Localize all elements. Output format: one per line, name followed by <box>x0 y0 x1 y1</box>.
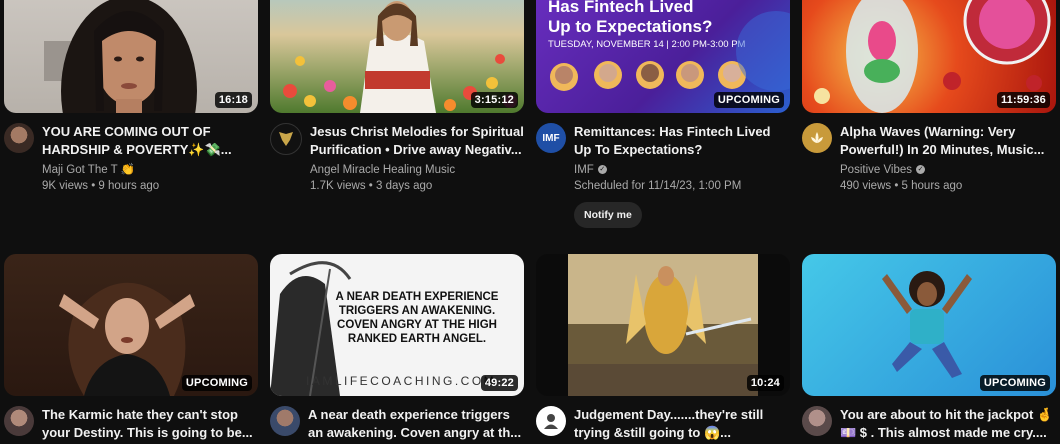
duration-badge: 16:18 <box>214 92 252 108</box>
lotus-icon <box>811 132 823 143</box>
video-title[interactable]: Alpha Waves (Warning: Very Powerful!) In… <box>840 123 1056 159</box>
video-title[interactable]: The Karmic hate they can't stop your Des… <box>42 406 258 442</box>
video-stats: 1.7K views • 3 days ago <box>310 180 433 192</box>
video-title[interactable]: YOU ARE COMING OUT OF HARDSHIP & POVERTY… <box>42 123 258 159</box>
upcoming-badge: UPCOMING <box>181 375 252 391</box>
upcoming-badge: UPCOMING <box>979 375 1050 391</box>
thumbnail-caption: A NEAR DEATH EXPERIENCE TRIGGERS AN AWAK… <box>335 291 499 345</box>
video-card[interactable]: 10:24 Judgement Day.......they're still … <box>536 254 790 442</box>
duration-badge: 3:15:12 <box>470 92 518 108</box>
duration-badge: 10:24 <box>746 375 784 391</box>
channel-avatar[interactable] <box>802 406 832 436</box>
video-card[interactable]: 16:18 YOU ARE COMING OUT OF HARDSHIP & P… <box>4 0 258 194</box>
verified-check-icon: ✓ <box>916 165 926 175</box>
video-stats: 9K views • 9 hours ago <box>42 180 160 192</box>
upcoming-badge: UPCOMING <box>713 92 784 108</box>
duration-badge: 11:59:36 <box>996 92 1050 108</box>
channel-name[interactable]: Positive Vibes ✓ <box>840 162 1056 178</box>
channel-name[interactable]: IMF ✓ <box>574 162 790 178</box>
channel-avatar[interactable] <box>536 406 566 436</box>
video-card[interactable]: A NEAR DEATH EXPERIENCE TRIGGERS AN AWAK… <box>270 254 524 442</box>
video-card[interactable]: UPCOMING The Karmic hate they can't stop… <box>4 254 258 442</box>
video-title[interactable]: Remittances: Has Fintech Lived Up To Exp… <box>574 123 790 159</box>
video-title[interactable]: Judgement Day.......they're still trying… <box>574 406 790 442</box>
channel-avatar[interactable]: IMF <box>536 123 566 153</box>
notify-me-button[interactable]: Notify me <box>574 202 642 228</box>
video-card[interactable]: 3:15:12 Jesus Christ Melodies for Spirit… <box>270 0 524 194</box>
video-card[interactable]: Has Fintech Lived Up to Expectations? TU… <box>536 0 790 228</box>
video-title[interactable]: You are about to hit the jackpot 🤞 💷 $ .… <box>840 406 1056 442</box>
video-card[interactable]: UPCOMING You are about to hit the jackpo… <box>802 254 1056 442</box>
channel-name-text: Positive Vibes <box>840 164 913 176</box>
scheduled-time: Scheduled for 11/14/23, 1:00 PM <box>574 180 742 192</box>
video-thumbnail[interactable]: 3:15:12 <box>270 0 524 113</box>
video-stats: 490 views • 5 hours ago <box>840 180 963 192</box>
profile-icon <box>544 414 558 429</box>
channel-name[interactable]: Angel Miracle Healing Music <box>310 162 524 178</box>
channel-avatar[interactable] <box>270 123 302 155</box>
video-thumbnail[interactable]: 11:59:36 <box>802 0 1056 113</box>
video-thumbnail[interactable]: 10:24 <box>536 254 790 396</box>
channel-name[interactable]: Maji Got The T 👏 <box>42 162 258 178</box>
verified-check-icon: ✓ <box>597 165 607 175</box>
video-thumbnail[interactable]: UPCOMING <box>802 254 1056 396</box>
channel-avatar[interactable] <box>802 123 832 153</box>
channel-avatar[interactable] <box>4 123 34 153</box>
video-thumbnail[interactable]: UPCOMING <box>4 254 258 396</box>
video-thumbnail[interactable]: 16:18 <box>4 0 258 113</box>
channel-name-text: IMF <box>574 164 594 176</box>
angel-wings-icon <box>279 132 293 146</box>
video-thumbnail[interactable]: A NEAR DEATH EXPERIENCE TRIGGERS AN AWAK… <box>270 254 524 396</box>
video-title[interactable]: A near death experience triggers an awak… <box>308 406 524 442</box>
thumbnail-url: IAMLIFECOACHING.COM <box>306 374 497 388</box>
channel-avatar[interactable] <box>4 406 34 436</box>
channel-avatar[interactable] <box>270 406 300 436</box>
duration-badge: 49:22 <box>480 375 518 391</box>
video-title[interactable]: Jesus Christ Melodies for Spiritual Puri… <box>310 123 524 159</box>
video-card[interactable]: 11:59:36 Alpha Waves (Warning: Very Powe… <box>802 0 1056 194</box>
video-thumbnail[interactable]: Has Fintech Lived Up to Expectations? TU… <box>536 0 790 113</box>
